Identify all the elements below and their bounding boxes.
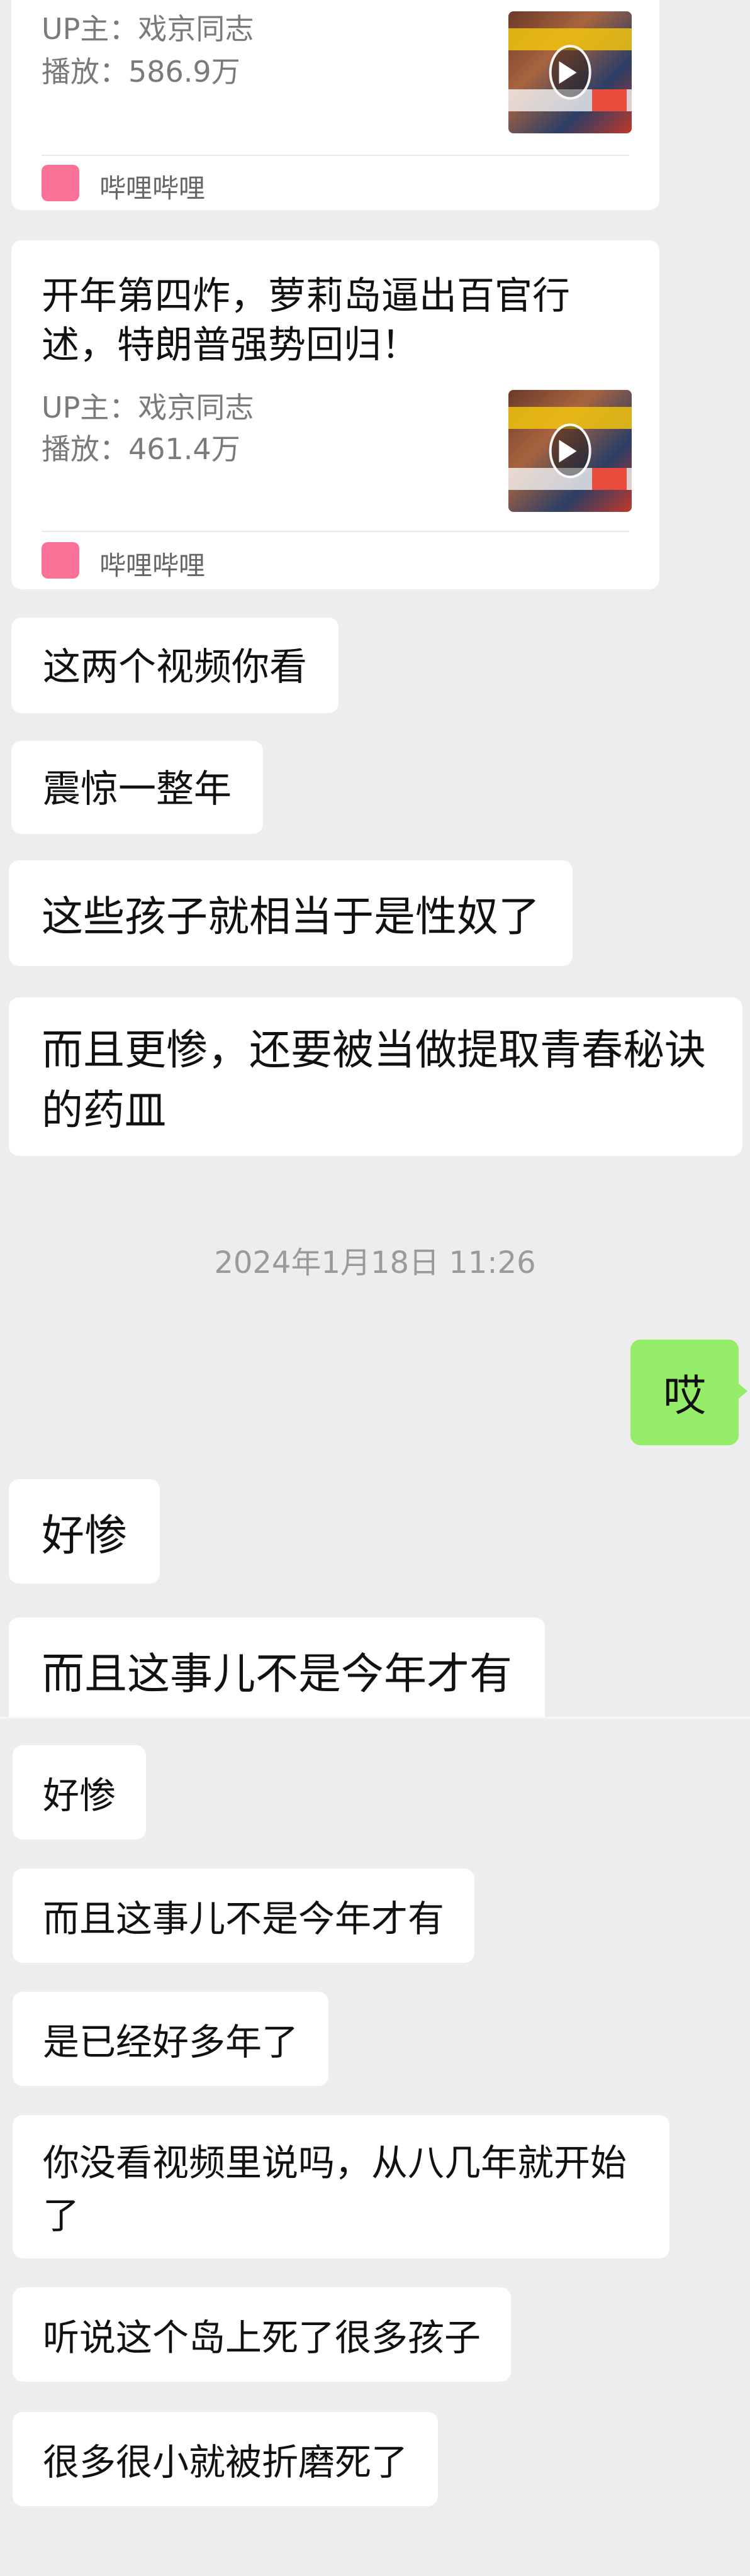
shared-video-card[interactable]: 开年第四炸，萝莉岛逼出百官行述，特朗普强势回归！ UP主：戏京同志 播放：461… [11, 240, 659, 589]
bubble-tail [739, 1384, 747, 1399]
chat-screenshot-top: UP主：戏京同志 播放：586.9万 哔哩哔哩 开年第四炸，萝莉岛逼出百官行述，… [0, 0, 750, 1717]
message-text: 震惊一整年 [43, 767, 232, 811]
message-text: 哎 [663, 1372, 706, 1421]
bilibili-logo-icon [42, 165, 79, 201]
message-text: 而且这事儿不是今年才有 [42, 1650, 513, 1699]
message-text: 好惨 [43, 1774, 116, 1817]
message-text: 听说这个岛上死了很多孩子 [43, 2316, 481, 2359]
message-bubble: 很多很小就被折磨死了 [13, 2412, 439, 2506]
card-uploader: UP主：戏京同志 [42, 12, 254, 46]
message-bubble: 听说这个岛上死了很多孩子 [13, 2287, 512, 2382]
card-play-count: 播放：586.9万 [42, 55, 240, 89]
message-text: 这些孩子就相当于是性奴了 [42, 892, 540, 941]
message-bubble: 你没看视频里说吗，从八几年就开始了 [13, 2115, 669, 2258]
message-text: 而且更惨，还要被当做提取青春秘诀的药皿 [42, 1026, 706, 1135]
video-thumbnail[interactable] [508, 390, 632, 512]
card-uploader: UP主：戏京同志 [42, 391, 254, 425]
message-bubble: 好惨 [9, 1479, 160, 1584]
video-thumbnail[interactable] [508, 11, 632, 133]
message-text: 好惨 [42, 1511, 128, 1561]
message-bubble: 而且这事儿不是今年才有 [9, 1618, 546, 1717]
card-play-count: 播放：461.4万 [42, 432, 240, 466]
message-bubble: 这些孩子就相当于是性奴了 [9, 860, 573, 966]
message-bubble: 震惊一整年 [11, 741, 263, 834]
message-text: 而且这事儿不是今年才有 [43, 1897, 445, 1940]
my-message-bubble: 哎 [630, 1340, 739, 1445]
message-text: 很多很小就被折磨死了 [43, 2441, 408, 2484]
message-bubble: 而且更惨，还要被当做提取青春秘诀的药皿 [9, 997, 742, 1156]
message-bubble: 这两个视频你看 [11, 618, 339, 713]
message-text: 你没看视频里说吗，从八几年就开始了 [43, 2141, 627, 2238]
shared-video-card[interactable]: UP主：戏京同志 播放：586.9万 哔哩哔哩 [11, 0, 659, 210]
chat-screenshot-bottom: 好惨 而且这事儿不是今年才有 是已经好多年了 你没看视频里说吗，从八几年就开始了… [0, 1719, 750, 2576]
message-text: 这两个视频你看 [43, 645, 307, 689]
play-icon [549, 423, 591, 479]
play-icon [549, 45, 591, 100]
message-bubble: 是已经好多年了 [13, 1992, 329, 2086]
message-bubble: 而且这事儿不是今年才有 [13, 1868, 475, 1963]
message-bubble: 好惨 [13, 1745, 147, 1840]
bilibili-logo-icon [42, 542, 79, 579]
message-text: 是已经好多年了 [43, 2021, 299, 2063]
card-source: 哔哩哔哩 [99, 173, 206, 204]
card-source: 哔哩哔哩 [99, 550, 206, 581]
card-title: 开年第四炸，萝莉岛逼出百官行述，特朗普强势回归！ [42, 274, 570, 367]
chat-timestamp: 2024年1月18日 11:26 [214, 1245, 536, 1280]
